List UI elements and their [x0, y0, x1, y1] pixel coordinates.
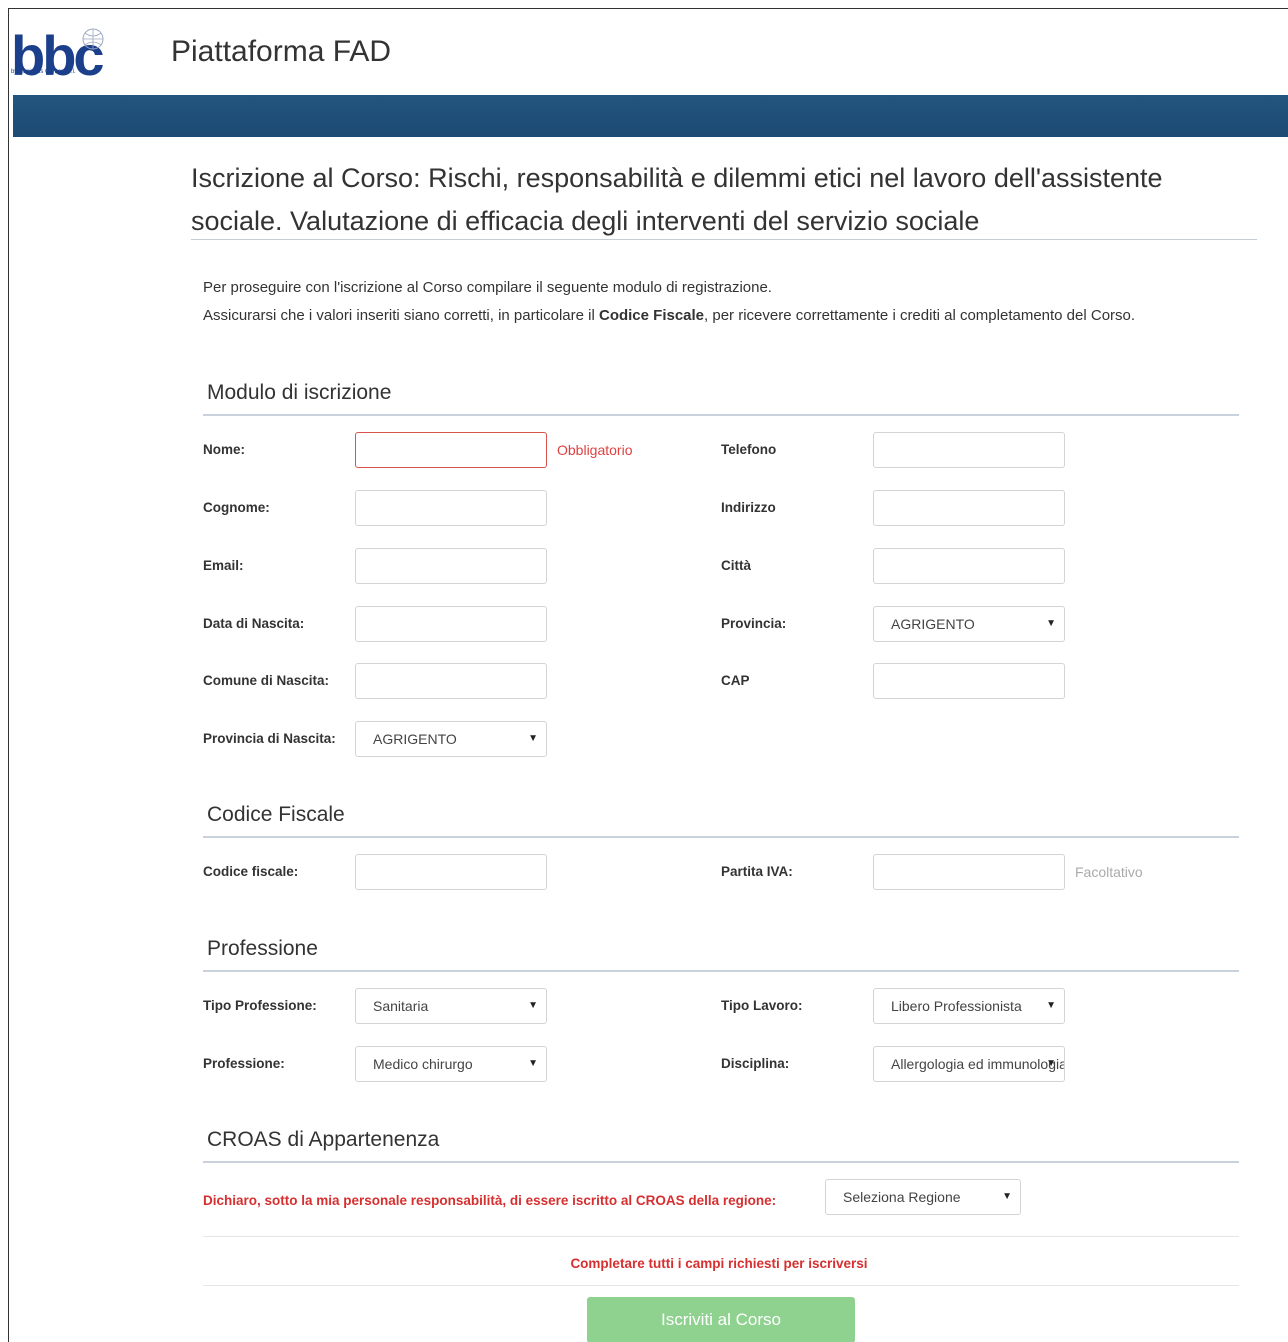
iscriviti-button[interactable]: Iscriviti al Corso: [587, 1297, 855, 1342]
divider: [203, 1285, 1239, 1286]
nome-input[interactable]: [355, 432, 547, 468]
citta-label: Città: [721, 558, 751, 573]
section-divider: [203, 836, 1239, 838]
logo-text: bbc: [11, 24, 103, 87]
app-title: Piattaforma FAD: [171, 35, 392, 68]
croas-declaration: Dichiaro, sotto la mia personale respons…: [203, 1193, 777, 1208]
disciplina-select[interactable]: Allergologia ed immunologia ▼: [873, 1046, 1065, 1082]
tipo-lavoro-select[interactable]: Libero Professionista ▼: [873, 988, 1065, 1024]
tipo-professione-select[interactable]: Sanitaria ▼: [355, 988, 547, 1024]
caret-down-icon: ▼: [1002, 1191, 1012, 1202]
section-title-professione: Professione: [207, 937, 318, 960]
bbc-logo[interactable]: bbc: [11, 23, 131, 91]
comune-nascita-input[interactable]: [355, 663, 547, 699]
page-frame: bbc by Business Center s.r.l. Piattaform…: [8, 8, 1288, 1342]
section-divider: [203, 970, 1239, 972]
cognome-label: Cognome:: [203, 500, 270, 515]
section-divider: [203, 414, 1239, 416]
regione-select[interactable]: Seleziona Regione ▼: [825, 1179, 1021, 1215]
caret-down-icon: ▼: [1046, 1000, 1056, 1011]
caret-down-icon: ▼: [528, 1058, 538, 1069]
cognome-input[interactable]: [355, 490, 547, 526]
partita-iva-label: Partita IVA:: [721, 864, 793, 879]
title-divider: [191, 239, 1257, 240]
header-banner: [13, 95, 1288, 137]
form-warning: Completare tutti i campi richiesti per i…: [570, 1256, 868, 1271]
comune-nascita-label: Comune di Nascita:: [203, 673, 330, 688]
caret-down-icon: ▼: [528, 733, 538, 744]
tipo-professione-label: Tipo Professione:: [203, 998, 317, 1013]
email-label: Email:: [203, 558, 244, 573]
email-input[interactable]: [355, 548, 547, 584]
intro-line-1: Per proseguire con l'iscrizione al Corso…: [203, 279, 772, 296]
caret-down-icon: ▼: [528, 1000, 538, 1011]
data-nascita-input[interactable]: [355, 606, 547, 642]
intro-line-2: Assicurarsi che i valori inseriti siano …: [203, 307, 1136, 324]
cap-label: CAP: [721, 673, 750, 688]
section-title-modulo: Modulo di iscrizione: [207, 381, 392, 404]
telefono-label: Telefono: [721, 442, 777, 457]
codice-fiscale-label: Codice fiscale:: [203, 864, 299, 879]
nome-required-hint: Obbligatorio: [557, 442, 633, 458]
indirizzo-input[interactable]: [873, 490, 1065, 526]
intro-text: Per proseguire con l'iscrizione al Corso…: [203, 274, 1203, 330]
logo-subtext: by Business Center s.r.l.: [11, 69, 76, 75]
partita-iva-optional-hint: Facoltativo: [1075, 864, 1143, 880]
cap-input[interactable]: [873, 663, 1065, 699]
indirizzo-label: Indirizzo: [721, 500, 776, 515]
telefono-input[interactable]: [873, 432, 1065, 468]
provincia-nascita-label: Provincia di Nascita:: [203, 731, 336, 746]
divider: [203, 1236, 1239, 1237]
provincia-nascita-select[interactable]: AGRIGENTO ▼: [355, 721, 547, 757]
data-nascita-label: Data di Nascita:: [203, 616, 305, 631]
caret-down-icon: ▼: [1046, 1058, 1056, 1069]
professione-label: Professione:: [203, 1056, 285, 1071]
provincia-label: Provincia:: [721, 616, 787, 631]
section-divider: [203, 1161, 1239, 1163]
nome-label: Nome:: [203, 442, 246, 457]
page-title: Iscrizione al Corso: Rischi, responsabil…: [191, 163, 1163, 236]
section-title-codice-fiscale: Codice Fiscale: [207, 803, 345, 826]
tipo-lavoro-label: Tipo Lavoro:: [721, 998, 803, 1013]
header: bbc by Business Center s.r.l. Piattaform…: [9, 9, 1288, 95]
codice-fiscale-input[interactable]: [355, 854, 547, 890]
partita-iva-input[interactable]: [873, 854, 1065, 890]
disciplina-label: Disciplina:: [721, 1056, 790, 1071]
caret-down-icon: ▼: [1046, 618, 1056, 629]
provincia-select[interactable]: AGRIGENTO ▼: [873, 606, 1065, 642]
citta-input[interactable]: [873, 548, 1065, 584]
section-title-croas: CROAS di Appartenenza: [207, 1128, 440, 1151]
professione-select[interactable]: Medico chirurgo ▼: [355, 1046, 547, 1082]
